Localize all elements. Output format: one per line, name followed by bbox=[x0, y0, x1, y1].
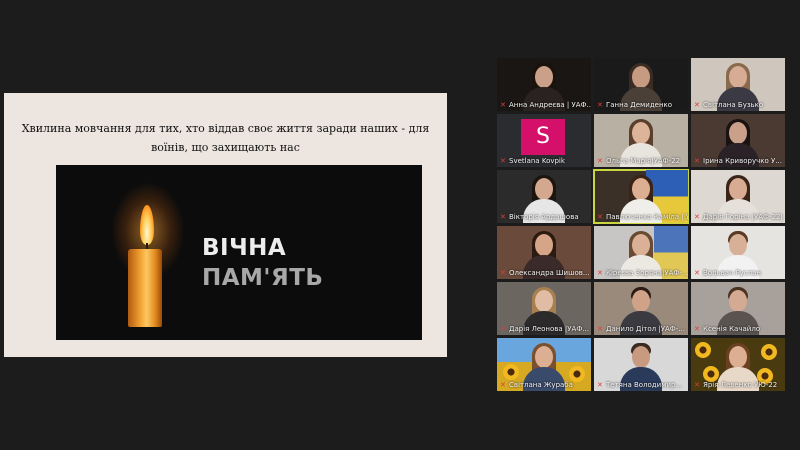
participant-name: Тетяна Володимир... bbox=[606, 381, 683, 389]
participant-tile[interactable]: ✕ Ганна Демиденко bbox=[594, 58, 688, 111]
participant-tile[interactable]: ✕ Вольвач Руслан bbox=[691, 226, 785, 279]
participant-name: Олександра Шишов... bbox=[509, 269, 590, 277]
participant-tile[interactable]: ✕ Ірина Криворучко У... bbox=[691, 114, 785, 167]
memorial-text-line2: ПАМ'ЯТЬ bbox=[202, 265, 324, 291]
participant-name: Світлана Бузько bbox=[703, 101, 764, 109]
participant-name: Кірєєва Зоряна|УАФ-... bbox=[606, 269, 688, 277]
participant-name: Ольга Марія|УАФ-22 bbox=[606, 157, 681, 165]
participant-name: Дарія Леонова |УАФ... bbox=[509, 325, 590, 333]
participant-name: Вольвач Руслан bbox=[703, 269, 762, 277]
participant-tile[interactable]: ✕ Світлана Жураба bbox=[497, 338, 591, 391]
candle-icon bbox=[128, 249, 162, 327]
participant-name: Svetlana Kovpik bbox=[509, 157, 565, 165]
participant-avatar: S bbox=[521, 119, 565, 155]
participant-tile[interactable]: ✕ Олександра Шишов... bbox=[497, 226, 591, 279]
participant-name: Ірина Криворучко У... bbox=[703, 157, 782, 165]
participant-tile[interactable]: ✕ Дарія Леонова |УАФ... bbox=[497, 282, 591, 335]
participant-name: Анна Андреєва | УАФ... bbox=[509, 101, 591, 109]
participant-tile[interactable]: ✕ Тетяна Володимир... bbox=[594, 338, 688, 391]
sunflower-icon bbox=[503, 364, 519, 380]
sunflower-icon bbox=[761, 344, 777, 360]
shared-screen: Хвилина мовчання для тих, хто віддав сво… bbox=[4, 93, 447, 357]
participant-tile[interactable]: ✕ Світлана Бузько bbox=[691, 58, 785, 111]
participant-name: Дарія Горіна |УАФ-22| bbox=[703, 213, 783, 221]
participant-tile[interactable]: ✕ Дарія Горіна |УАФ-22| bbox=[691, 170, 785, 223]
participant-name: Павлюченко Каміла | У... bbox=[606, 213, 688, 221]
participant-tile[interactable]: ✕ Ольга Марія|УАФ-22 bbox=[594, 114, 688, 167]
shared-slide-title: Хвилина мовчання для тих, хто віддав сво… bbox=[21, 122, 430, 154]
participant-tile[interactable]: ✕ Вікторія Ардашова bbox=[497, 170, 591, 223]
sunflower-icon bbox=[695, 342, 711, 358]
participant-tile[interactable]: ✕ Данило Дітол |УАФ-... bbox=[594, 282, 688, 335]
participant-tile[interactable]: ✕ Ярія Левенко УЮ-22 bbox=[691, 338, 785, 391]
memorial-text-line1: ВІЧНА bbox=[202, 235, 287, 261]
participant-name: Данило Дітол |УАФ-... bbox=[606, 325, 685, 333]
memorial-image: ВІЧНА ПАМ'ЯТЬ bbox=[56, 165, 422, 340]
participant-tile[interactable]: ✕ Кірєєва Зоряна|УАФ-... bbox=[594, 226, 688, 279]
participant-name: Світлана Жураба bbox=[509, 381, 573, 389]
participant-tile[interactable]: ✕ Анна Андреєва | УАФ... bbox=[497, 58, 591, 111]
participant-name: Ксенія Качайло bbox=[703, 325, 761, 333]
participant-name: Вікторія Ардашова bbox=[509, 213, 579, 221]
participant-tile[interactable]: ✕ Ксенія Качайло bbox=[691, 282, 785, 335]
participant-tile[interactable]: S ✕ Svetlana Kovpik bbox=[497, 114, 591, 167]
participant-tile-active-speaker[interactable]: ✕ Павлюченко Каміла | У... bbox=[593, 169, 689, 224]
participant-name: Ярія Левенко УЮ-22 bbox=[703, 381, 778, 389]
participant-name: Ганна Демиденко bbox=[606, 101, 673, 109]
